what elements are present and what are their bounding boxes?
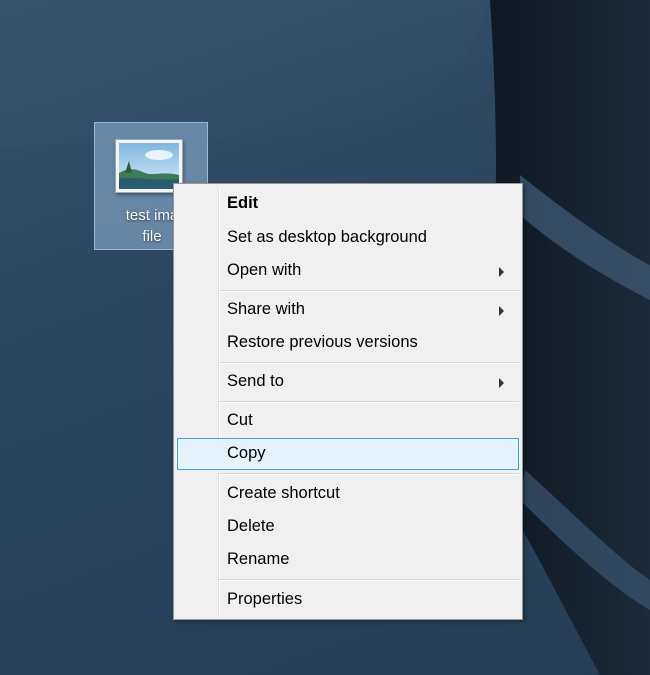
menu-item-label: Restore previous versions: [227, 333, 418, 351]
menu-item-restore-previous-versions[interactable]: Restore previous versions: [177, 327, 519, 359]
menu-item-label: Create shortcut: [227, 484, 340, 502]
menu-item-label: Copy: [227, 444, 266, 462]
menu-item-label: Set as desktop background: [227, 228, 427, 246]
menu-item-open-with[interactable]: Open with: [177, 255, 519, 287]
menu-item-label: Edit: [227, 194, 259, 212]
desktop[interactable]: test ima file Edit Set as desktop backgr…: [0, 0, 650, 675]
menu-item-set-as-desktop-background[interactable]: Set as desktop background: [177, 222, 519, 254]
menu-separator: [219, 290, 519, 292]
menu-item-copy[interactable]: Copy: [177, 438, 519, 470]
context-menu: Edit Set as desktop background Open with…: [173, 183, 523, 620]
menu-item-send-to[interactable]: Send to: [177, 366, 519, 398]
menu-item-delete[interactable]: Delete: [177, 511, 519, 543]
submenu-arrow-icon: [499, 306, 504, 316]
menu-separator: [219, 579, 519, 581]
menu-item-label: Send to: [227, 372, 284, 390]
submenu-arrow-icon: [499, 378, 504, 388]
menu-separator: [219, 362, 519, 364]
menu-item-share-with[interactable]: Share with: [177, 294, 519, 326]
menu-item-edit[interactable]: Edit: [177, 188, 519, 220]
submenu-arrow-icon: [499, 267, 504, 277]
menu-item-label: Properties: [227, 590, 303, 608]
menu-item-create-shortcut[interactable]: Create shortcut: [177, 478, 519, 510]
menu-item-label: Delete: [227, 517, 275, 535]
menu-item-label: Share with: [227, 300, 305, 318]
menu-separator: [219, 473, 519, 475]
menu-item-cut[interactable]: Cut: [177, 405, 519, 437]
menu-item-label: Open with: [227, 261, 302, 279]
menu-separator: [219, 401, 519, 403]
menu-item-label: Rename: [227, 550, 290, 568]
menu-item-label: Cut: [227, 411, 253, 429]
menu-item-rename[interactable]: Rename: [177, 544, 519, 576]
menu-item-properties[interactable]: Properties: [177, 584, 519, 616]
